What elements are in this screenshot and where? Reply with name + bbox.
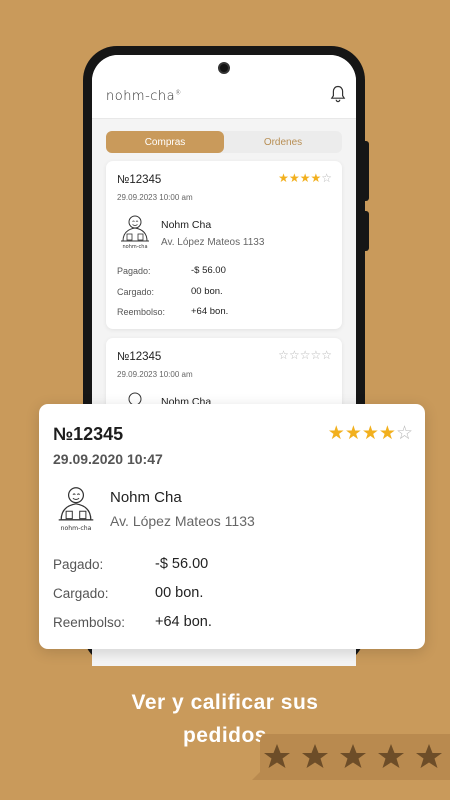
order-date: 29.09.2023 10:00 am [117,193,193,202]
shop-address: Av. López Mateos 1133 [161,237,265,248]
rating-stars[interactable]: ☆☆☆☆☆ [278,348,332,362]
order-number: №12345 [117,174,162,186]
charged-label: Cargado: [117,287,155,297]
refund-label: Reembolso: [53,615,126,630]
star-filled-icon[interactable]: ★ [310,171,321,185]
tabs: Compras Ordenes [106,131,342,153]
order-card[interactable]: №12345 ★★★★☆ 29.09.2023 10:00 am nohm-ch… [106,161,342,329]
star-empty-icon[interactable]: ☆ [278,348,289,362]
star-empty-icon[interactable]: ☆ [300,348,311,362]
star-empty-icon[interactable]: ☆ [321,171,332,185]
order-date: 29.09.2020 10:47 [53,451,163,467]
star-empty-icon[interactable]: ☆ [310,348,321,362]
charged-value: 00 bon. [155,585,204,601]
paid-value: -$ 56.00 [191,265,226,276]
refund-label: Reembolso: [117,307,166,317]
tab-ordenes[interactable]: Ordenes [224,131,342,153]
paid-value: -$ 56.00 [155,556,209,572]
svg-text:nohm-cha: nohm-cha [122,244,147,250]
star-empty-icon[interactable]: ☆ [289,348,300,362]
star-empty-icon[interactable]: ☆ [396,423,413,444]
app-logo: nohm-cha® [106,89,182,104]
rating-stars[interactable]: ★★★★☆ [328,422,413,445]
buddha-logo-icon: nohm-cha [58,487,94,532]
buddha-logo-icon: nohm-cha [121,215,149,250]
star-filled-icon[interactable]: ★ [345,423,362,444]
phone-side-button [364,141,369,201]
bell-icon[interactable] [330,85,346,103]
star-filled-icon[interactable]: ★ [328,423,345,444]
shop-name: Nohm Cha [161,219,212,231]
order-number: №12345 [117,351,162,363]
rating-stars[interactable]: ★★★★☆ [278,171,332,185]
star-filled-icon[interactable]: ★ [289,171,300,185]
star-filled-icon[interactable]: ★ [362,423,379,444]
tab-compras[interactable]: Compras [106,131,224,153]
order-date: 29.09.2023 10:00 am [117,370,193,379]
paid-label: Pagado: [117,266,151,276]
phone-side-button [364,211,369,251]
order-number: №12345 [53,424,124,444]
star-filled-icon[interactable]: ★ [300,171,311,185]
svg-text:nohm-cha: nohm-cha [61,525,92,532]
shop-name: Nohm Cha [110,489,182,506]
caption-line-1: Ver y calificar sus [131,691,319,714]
star-empty-icon[interactable]: ☆ [321,348,332,362]
front-camera [218,62,230,74]
charged-value: 00 bon. [191,286,223,297]
shop-address: Av. López Mateos 1133 [110,513,255,529]
star-filled-icon[interactable]: ★ [379,423,396,444]
refund-value: +64 bon. [155,614,212,630]
paid-label: Pagado: [53,557,104,572]
refund-value: +64 bon. [191,306,229,317]
charged-label: Cargado: [53,586,109,601]
star-filled-icon[interactable]: ★ [278,171,289,185]
rating-bubble-icon [252,734,450,780]
order-detail-card[interactable]: №12345 ★★★★☆ 29.09.2020 10:47 nohm-cha N… [39,404,425,649]
